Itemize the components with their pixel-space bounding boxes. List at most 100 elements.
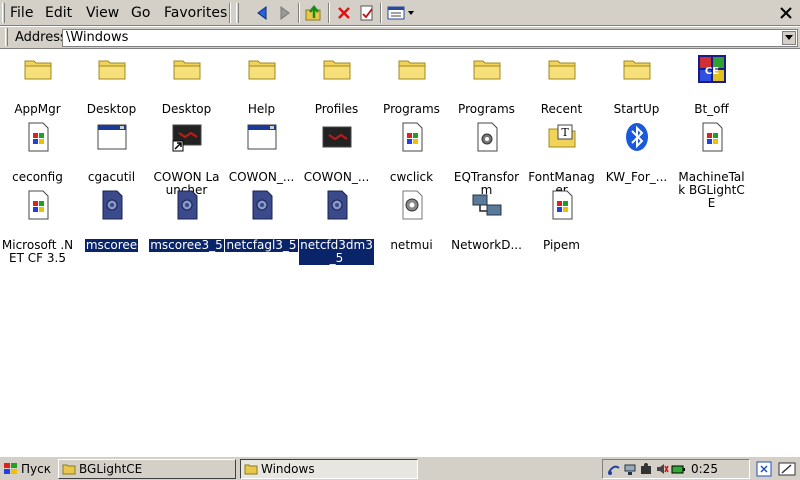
start-button[interactable]: Пуск (1, 459, 55, 479)
network-tray-icon[interactable] (623, 462, 637, 476)
delete-icon (338, 7, 350, 19)
back-button[interactable] (251, 2, 273, 24)
file-item[interactable]: Desktop (74, 53, 149, 116)
file-item-label: MachineTalk BGLightCE (678, 170, 745, 210)
delete-button[interactable] (333, 2, 355, 24)
file-item[interactable]: Recent (524, 53, 599, 116)
file-item[interactable]: cgacutil (74, 121, 149, 184)
file-list[interactable]: AppMgr Desktop Desktop Help Profiles Programs… (0, 50, 800, 456)
file-item[interactable]: cwclick (374, 121, 449, 184)
folder-icon (171, 53, 203, 85)
forward-button[interactable] (274, 2, 296, 24)
view-menu-icon (387, 6, 414, 20)
windows-file-icon (396, 121, 428, 153)
input-panel-button[interactable] (777, 460, 797, 478)
file-item-label: NetworkD... (451, 238, 522, 252)
folder-icon (62, 464, 76, 475)
gear-icon (396, 189, 428, 221)
file-item-label: Microsoft .NET CF 3.5 (1, 238, 74, 265)
desktop-icon (756, 461, 772, 477)
file-item[interactable]: COWON Launcher (149, 121, 224, 197)
folder-icon (471, 53, 503, 85)
file-item[interactable]: Microsoft .NET CF 3.5 (0, 189, 75, 265)
dll-file-icon (321, 189, 353, 221)
ce-app-icon: CE (696, 53, 728, 85)
network-icon (471, 189, 503, 221)
cowon-shortcut-icon (171, 121, 203, 153)
file-item-label: Desktop (86, 102, 137, 116)
dll-file-icon (171, 189, 203, 221)
file-item[interactable]: ceconfig (0, 121, 75, 184)
task-windows[interactable]: Windows (240, 459, 418, 479)
dll-file-icon (96, 189, 128, 221)
file-item[interactable]: Pipem (524, 189, 599, 252)
file-item[interactable]: Help (224, 53, 299, 116)
file-item[interactable]: netmui (374, 189, 449, 252)
file-item[interactable]: Desktop (149, 53, 224, 116)
chevron-down-icon (785, 35, 793, 40)
file-item[interactable]: netcfagl3_5 (224, 189, 299, 253)
close-button[interactable] (774, 1, 798, 25)
toolbar-separator (328, 3, 330, 23)
clock[interactable]: 0:25 (691, 462, 718, 476)
menu-file[interactable]: File (8, 4, 35, 22)
audio-icon[interactable] (639, 462, 653, 476)
file-item[interactable]: KW_For_... (599, 121, 674, 184)
file-item[interactable]: Programs (374, 53, 449, 116)
view-menu-button[interactable] (385, 2, 419, 24)
windows-file-icon (546, 189, 578, 221)
file-item-label: Recent (540, 102, 583, 116)
file-item[interactable]: NetworkD... (449, 189, 524, 252)
file-item[interactable]: MachineTalk BGLightCE (674, 121, 749, 210)
toolbar-separator (298, 3, 300, 23)
task-label: Windows (261, 462, 315, 476)
file-item[interactable]: COWON_... (299, 121, 374, 184)
windows-file-icon (696, 121, 728, 153)
menu-edit[interactable]: Edit (43, 4, 74, 22)
file-item[interactable]: Profiles (299, 53, 374, 116)
file-item-label: KW_For_... (605, 170, 668, 184)
menu-favorites[interactable]: Favorites (162, 4, 229, 22)
file-item[interactable]: AppMgr (0, 53, 75, 116)
menu-view[interactable]: View (84, 4, 121, 22)
gear-file-icon (471, 121, 503, 153)
address-dropdown-button[interactable] (782, 31, 796, 45)
file-item-label: Programs (458, 102, 515, 116)
task-bglightce[interactable]: BGLightCE (58, 459, 236, 479)
battery-icon[interactable] (671, 462, 685, 476)
back-icon (257, 6, 267, 20)
properties-button[interactable] (356, 2, 378, 24)
file-item[interactable]: EQTransform (449, 121, 524, 197)
file-item[interactable]: CE Bt_off (674, 53, 749, 116)
taskbar: Пуск BGLightCE Windows 0:25 (0, 456, 800, 480)
mute-icon[interactable] (655, 462, 669, 476)
file-item[interactable]: StartUp (599, 53, 674, 116)
desktop-button[interactable] (754, 460, 774, 478)
file-item-label: ceconfig (12, 170, 63, 184)
menu-go[interactable]: Go (129, 4, 152, 22)
address-bar: Address \Windows (0, 27, 800, 49)
file-item-label: Pipem (543, 238, 580, 252)
system-tray: 0:25 (602, 459, 750, 479)
menu-bar: File Edit View Go Favorites (0, 0, 800, 26)
up-button[interactable] (303, 2, 325, 24)
address-grip[interactable] (5, 28, 8, 46)
file-item[interactable]: mscoree3_5 (148, 189, 225, 253)
file-item-label: netcfd3dm3_5 (298, 238, 375, 266)
address-input[interactable]: \Windows (62, 29, 798, 47)
task-label: BGLightCE (79, 462, 143, 476)
file-item[interactable]: mscoree (74, 189, 149, 253)
file-item[interactable]: Programs (449, 53, 524, 116)
windows-file-icon (22, 121, 54, 153)
toolbar-grip[interactable] (236, 3, 239, 23)
file-item[interactable]: COWON_... (224, 121, 299, 184)
address-path: \Windows (66, 30, 129, 45)
folder-icon (22, 53, 54, 85)
windows-file-icon (22, 189, 54, 221)
usb-icon[interactable] (607, 462, 621, 476)
file-item[interactable]: T FontManager (524, 121, 599, 197)
menu-grip[interactable] (2, 3, 5, 23)
file-item[interactable]: netcfd3dm3_5 (298, 189, 375, 266)
folder-icon (396, 53, 428, 85)
up-folder-icon (305, 4, 321, 21)
